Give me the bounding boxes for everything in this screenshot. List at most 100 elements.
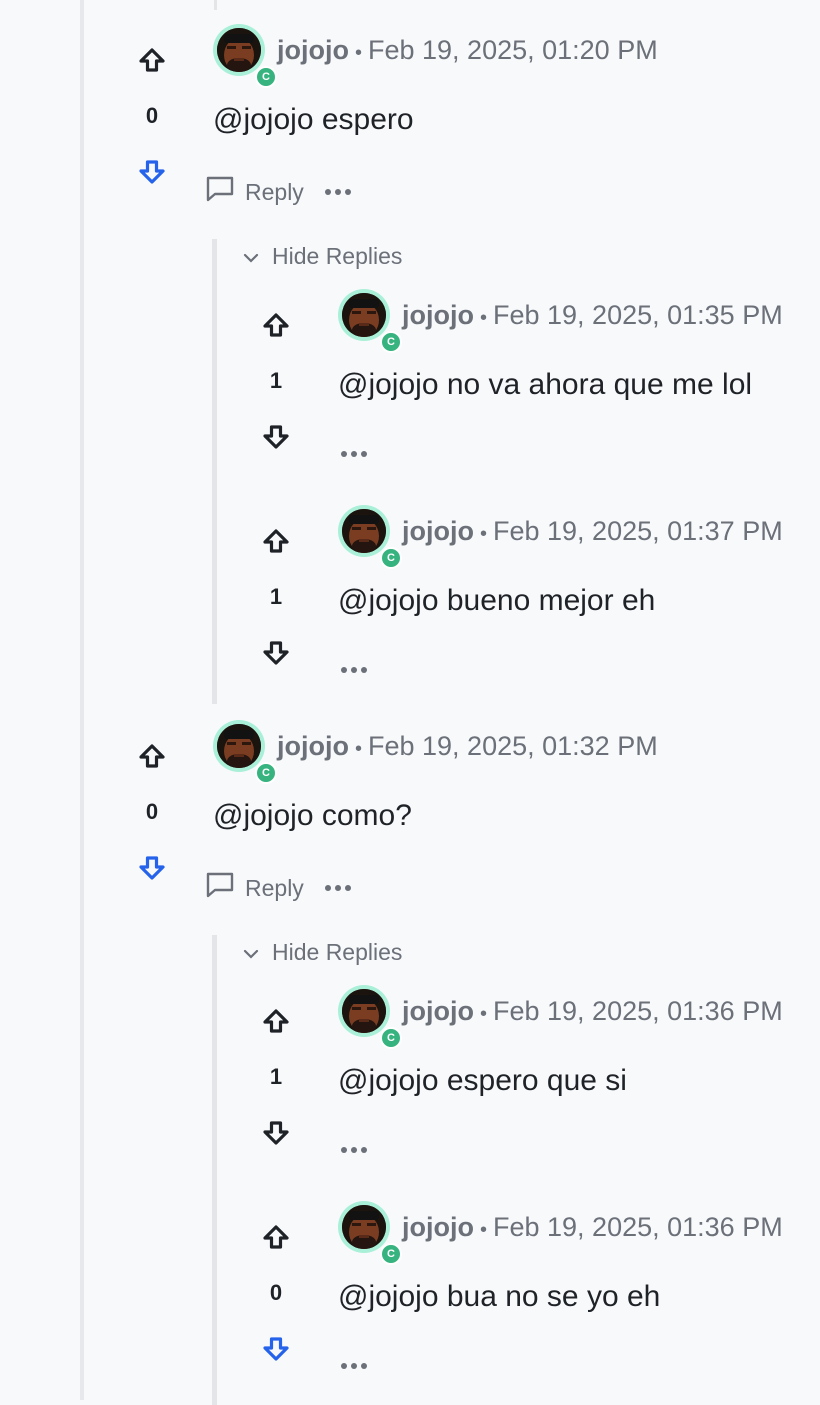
chevron-down-icon [242,243,272,270]
arrow-up-icon [139,48,165,72]
reply-label: Reply [245,874,304,901]
arrow-up-icon [263,529,289,553]
comment-text: @jojojo bua no se yo eh [338,1280,661,1313]
upvote-button[interactable] [256,527,296,555]
ellipsis-icon [324,879,352,897]
meta-separator: • [479,523,487,545]
comment-meta: jojojo • Feb 19, 2025, 01:20 PM [277,32,658,71]
arrow-down-icon [139,160,165,184]
downvote-button[interactable] [256,1119,296,1147]
arrow-down-icon [263,425,289,449]
meta-separator: • [479,1219,487,1241]
more-options-button[interactable] [340,661,370,677]
comment-meta: jojojo • Feb 19, 2025, 01:36 PM [402,1209,783,1248]
creator-badge-icon: C [380,331,402,353]
vote-count: 1 [269,1064,283,1089]
timestamp: Feb 19, 2025, 01:37 PM [493,516,783,546]
comment-text: @jojojo espero que si [338,1064,627,1097]
author-name[interactable]: jojojo [277,731,349,761]
ellipsis-icon [340,1141,368,1158]
downvote-button[interactable] [132,854,172,882]
more-options-button[interactable] [340,445,370,461]
more-options-button[interactable] [340,1357,370,1373]
meta-separator: • [479,307,487,329]
more-options-button[interactable] [324,183,352,201]
timestamp: Feb 19, 2025, 01:32 PM [368,731,658,761]
timestamp: Feb 19, 2025, 01:35 PM [493,300,783,330]
vote-count: 0 [145,103,159,128]
arrow-down-icon [139,856,165,880]
hide-replies-label: Hide Replies [272,242,403,269]
author-name[interactable]: jojojo [402,1212,474,1242]
comment-meta: jojojo • Feb 19, 2025, 01:35 PM [402,297,783,336]
creator-badge-icon: C [380,547,402,569]
vote-count: 1 [269,584,283,609]
vote-count: 0 [269,1280,283,1305]
downvote-button[interactable] [132,158,172,186]
ellipsis-icon [340,1357,368,1374]
downvote-button[interactable] [256,423,296,451]
avatar-photo [342,509,386,553]
ellipsis-icon [340,661,368,678]
thread-line [80,0,84,1400]
comment-meta: jojojo • Feb 19, 2025, 01:37 PM [402,513,783,552]
upvote-button[interactable] [256,1007,296,1035]
more-options-button[interactable] [324,879,352,897]
reply-icon [205,871,245,905]
avatar[interactable]: C [213,720,277,784]
avatar-photo [217,28,261,72]
avatar-photo [217,724,261,768]
avatar-photo [342,293,386,337]
author-name[interactable]: jojojo [402,516,474,546]
thread-line-stub [214,0,217,10]
arrow-up-icon [263,313,289,337]
reply-button[interactable]: Reply [205,871,304,905]
avatar[interactable]: C [338,1201,402,1265]
timestamp: Feb 19, 2025, 01:36 PM [493,996,783,1026]
arrow-up-icon [263,1009,289,1033]
creator-badge-icon: C [380,1027,402,1049]
upvote-button[interactable] [256,311,296,339]
hide-replies-button[interactable]: Hide Replies [242,240,402,272]
more-options-button[interactable] [340,1141,370,1157]
arrow-down-icon [263,641,289,665]
author-name[interactable]: jojojo [277,35,349,65]
avatar[interactable]: C [338,505,402,569]
author-name[interactable]: jojojo [402,300,474,330]
comment-actions: Reply [205,872,352,904]
timestamp: Feb 19, 2025, 01:20 PM [368,35,658,65]
arrow-up-icon [139,744,165,768]
meta-separator: • [479,1003,487,1025]
downvote-button[interactable] [256,1335,296,1363]
hide-replies-button[interactable]: Hide Replies [242,936,402,968]
vote-count: 1 [269,368,283,393]
comment-text: @jojojo espero [213,103,414,136]
arrow-down-icon [263,1337,289,1361]
avatar[interactable]: C [338,985,402,1049]
upvote-button[interactable] [132,742,172,770]
hide-replies-label: Hide Replies [272,938,403,965]
creator-badge-icon: C [380,1243,402,1265]
creator-badge-icon: C [255,762,277,784]
arrow-down-icon [263,1121,289,1145]
comment-meta: jojojo • Feb 19, 2025, 01:36 PM [402,993,783,1032]
comment-actions: Reply [205,176,352,208]
comment-text: @jojojo no va ahora que me lol [338,368,753,401]
reply-button[interactable]: Reply [205,175,304,209]
author-name[interactable]: jojojo [402,996,474,1026]
comment-meta: jojojo • Feb 19, 2025, 01:32 PM [277,728,658,767]
upvote-button[interactable] [256,1223,296,1251]
upvote-button[interactable] [132,46,172,74]
vote-count: 0 [145,799,159,824]
arrow-up-icon [263,1225,289,1249]
avatar[interactable]: C [338,289,402,353]
downvote-button[interactable] [256,639,296,667]
reply-label: Reply [245,178,304,205]
meta-separator: • [354,42,362,64]
replies-thread-line [212,935,217,1405]
timestamp: Feb 19, 2025, 01:36 PM [493,1212,783,1242]
ellipsis-icon [324,183,352,201]
ellipsis-icon [340,445,368,462]
replies-thread-line [212,239,217,704]
avatar[interactable]: C [213,24,277,88]
